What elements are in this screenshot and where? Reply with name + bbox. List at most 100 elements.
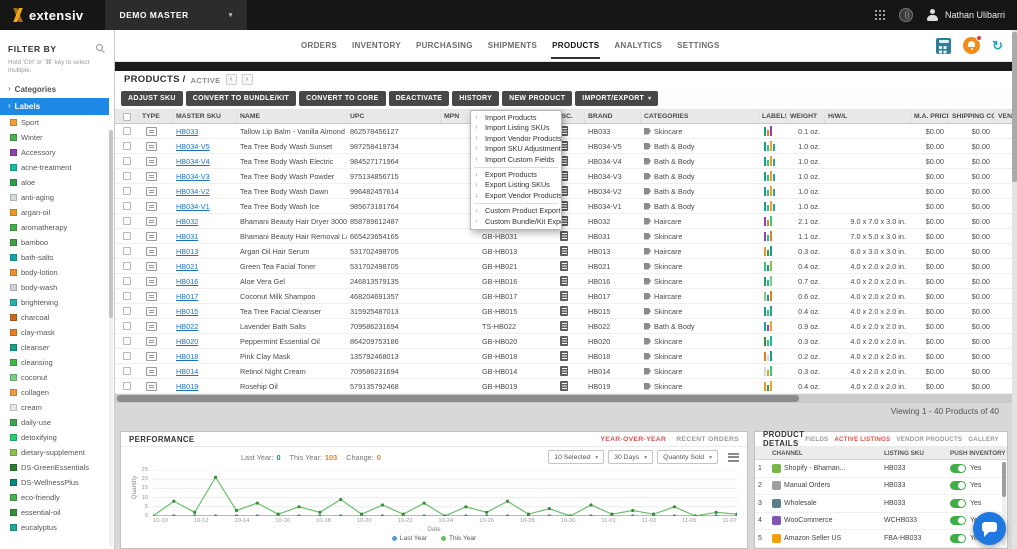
filter-label-charcoal[interactable]: charcoal xyxy=(0,310,114,325)
column-header-brand[interactable]: BRAND xyxy=(585,110,641,123)
column-header-h-w-l[interactable]: H/W/L xyxy=(825,110,911,123)
master-sku-link[interactable]: HB034-V3 xyxy=(176,172,210,181)
legend-item-this-year[interactable]: This Year xyxy=(441,535,476,542)
row-checkbox[interactable] xyxy=(123,232,131,240)
push-inventory-toggle[interactable] xyxy=(950,516,966,526)
refresh-icon[interactable]: ↻ xyxy=(992,39,1003,52)
filter-label-bath-salts[interactable]: bath-salts xyxy=(0,250,114,265)
nav-tab-settings[interactable]: SETTINGS xyxy=(676,32,720,59)
row-checkbox[interactable] xyxy=(123,172,131,180)
filter-label-eco-friendly[interactable]: eco-friendly xyxy=(0,490,114,505)
master-sku-link[interactable]: HB021 xyxy=(176,262,198,271)
account-selector[interactable]: DEMO MASTER ▾ xyxy=(105,0,247,30)
line-chart[interactable] xyxy=(153,470,737,516)
notifications-bell-icon[interactable] xyxy=(963,35,983,54)
nav-tab-inventory[interactable]: INVENTORY xyxy=(351,32,402,59)
date-range-dropdown[interactable]: 30 Days ▾ xyxy=(608,450,654,464)
column-header-m-a-price[interactable]: M.A. PRICE xyxy=(911,110,949,123)
column-header-categories[interactable]: CATEGORIES xyxy=(641,110,759,123)
description-icon[interactable] xyxy=(560,246,568,256)
push-inventory-toggle[interactable] xyxy=(950,498,966,508)
table-row[interactable]: HB034-V3 Tea Tree Body Wash Powder 9751348… xyxy=(115,169,1012,184)
filter-label-body-wash[interactable]: body-wash xyxy=(0,280,114,295)
performance-tab-year-over-year[interactable]: YEAR-OVER-YEAR xyxy=(600,436,666,443)
row-checkbox[interactable] xyxy=(123,367,131,375)
product-details-tab-fields[interactable]: FIELDS xyxy=(805,436,828,443)
column-header-labels[interactable]: LABELS xyxy=(759,110,787,123)
toolbar-history-button[interactable]: HISTORY xyxy=(452,91,500,106)
filter-label-dietary-supplement[interactable]: dietary-supplement xyxy=(0,445,114,460)
column-header-shipping-cost[interactable]: SHIPPING COST xyxy=(949,110,995,123)
row-checkbox[interactable] xyxy=(123,307,131,315)
description-icon[interactable] xyxy=(560,321,568,331)
master-sku-link[interactable]: HB019 xyxy=(176,382,198,391)
table-row[interactable]: HB034-V1 Tea Tree Body Wash Ice 9856731817… xyxy=(115,199,1012,214)
next-page-button[interactable]: › xyxy=(241,74,253,85)
table-row[interactable]: HB019 Rosehip Oil 579135792468 GB-HB019 HB01… xyxy=(115,379,1012,394)
table-row[interactable]: HB033 Tallow Lip Balm - Vanilla Almond 862… xyxy=(115,124,1012,139)
menu-item-export-products[interactable]: ↓ Export Products xyxy=(471,170,561,180)
column-header-weight[interactable]: WEIGHT xyxy=(787,110,825,123)
table-row[interactable]: HB016 Aloe Vera Gel 246813579135 GB-HB016 HB… xyxy=(115,274,1012,289)
description-icon[interactable] xyxy=(560,351,568,361)
master-sku-link[interactable]: HB033 xyxy=(176,127,198,136)
filter-label-aloe[interactable]: aloe xyxy=(0,175,114,190)
filter-label-detoxifying[interactable]: detoxifying xyxy=(0,430,114,445)
nav-tab-shipments[interactable]: SHIPMENTS xyxy=(487,32,538,59)
user-menu[interactable]: Nathan Ulibarri xyxy=(926,8,1005,22)
filter-label-essential-oil[interactable]: essential-oil xyxy=(0,505,114,520)
sidebar-scrollbar-thumb[interactable] xyxy=(109,130,113,318)
column-header-name[interactable]: NAME xyxy=(237,110,347,123)
listing-row[interactable]: 3 Wholesale HB033 Yes xyxy=(755,495,1007,513)
filter-label-cleansing[interactable]: cleansing xyxy=(0,355,114,370)
product-details-tab-active-listings[interactable]: ACTIVE LISTINGS xyxy=(834,436,890,443)
master-sku-link[interactable]: HB017 xyxy=(176,292,198,301)
filter-label-argan-oil[interactable]: argan-oil xyxy=(0,205,114,220)
menu-item-custom-product-export[interactable]: ↓ Custom Product Export xyxy=(471,206,561,216)
description-icon[interactable] xyxy=(560,336,568,346)
filter-label-bamboo[interactable]: bamboo xyxy=(0,235,114,250)
product-details-tab-vendor-products[interactable]: VENDOR PRODUCTS xyxy=(896,436,962,443)
row-checkbox[interactable] xyxy=(123,247,131,255)
filter-label-cream[interactable]: cream xyxy=(0,400,114,415)
master-sku-link[interactable]: HB034-V4 xyxy=(176,157,210,166)
nav-tab-analytics[interactable]: ANALYTICS xyxy=(613,32,663,59)
master-sku-link[interactable]: HB034-V1 xyxy=(176,202,210,211)
page-scrollbar[interactable] xyxy=(1012,30,1017,549)
column-header-master-sku[interactable]: MASTER SKU xyxy=(173,110,237,123)
menu-item-import-vendor-products[interactable]: ↑ Import Vendor Products xyxy=(471,134,561,144)
menu-item-export-vendor-products[interactable]: ↓ Export Vendor Products xyxy=(471,191,561,201)
menu-item-import-listing-skus[interactable]: ↑ Import Listing SKUs xyxy=(471,123,561,133)
toolbar-deactivate-button[interactable]: DEACTIVATE xyxy=(388,91,450,106)
chat-launcher[interactable] xyxy=(973,512,1006,545)
master-sku-link[interactable]: HB015 xyxy=(176,307,198,316)
row-checkbox[interactable] xyxy=(123,322,131,330)
column-header-type[interactable]: TYPE xyxy=(139,110,173,123)
filter-label-collagen[interactable]: collagen xyxy=(0,385,114,400)
chart-menu-icon[interactable] xyxy=(728,452,739,462)
filter-label-ds-greenessentials[interactable]: DS-GreenEssentials xyxy=(0,460,114,475)
row-checkbox[interactable] xyxy=(123,352,131,360)
filter-label-acne-treatment[interactable]: acne-treatment xyxy=(0,160,114,175)
master-sku-link[interactable]: HB022 xyxy=(176,322,198,331)
prev-page-button[interactable]: ‹ xyxy=(225,74,237,85)
master-sku-link[interactable]: HB014 xyxy=(176,367,198,376)
table-scrollbar-thumb[interactable] xyxy=(117,395,799,402)
filter-label-brightening[interactable]: brightening xyxy=(0,295,114,310)
globe-icon[interactable] xyxy=(898,8,913,22)
description-icon[interactable] xyxy=(560,306,568,316)
toolbar-import-export-button[interactable]: IMPORT/EXPORT ▾ xyxy=(575,91,659,106)
description-icon[interactable] xyxy=(560,276,568,286)
filter-label-sport[interactable]: Sport xyxy=(0,115,114,130)
column-header-check[interactable] xyxy=(115,110,139,123)
table-row[interactable]: HB014 Retinol Night Cream 709586231694 GB-H… xyxy=(115,364,1012,379)
search-icon[interactable] xyxy=(96,44,106,54)
table-row[interactable]: HB022 Lavender Bath Salts 709586231694 TS-H… xyxy=(115,319,1012,334)
filter-label-winter[interactable]: Winter xyxy=(0,130,114,145)
filter-label-coconut[interactable]: coconut xyxy=(0,370,114,385)
master-sku-link[interactable]: HB016 xyxy=(176,277,198,286)
table-row[interactable]: HB020 Peppermint Essential Oil 86420975318… xyxy=(115,334,1012,349)
column-header-vend[interactable]: VEND... xyxy=(995,110,1012,123)
table-row[interactable]: HB032 Bhamani Beauty Hair Dryer 3000 85878… xyxy=(115,214,1012,229)
push-inventory-toggle[interactable] xyxy=(950,463,966,473)
